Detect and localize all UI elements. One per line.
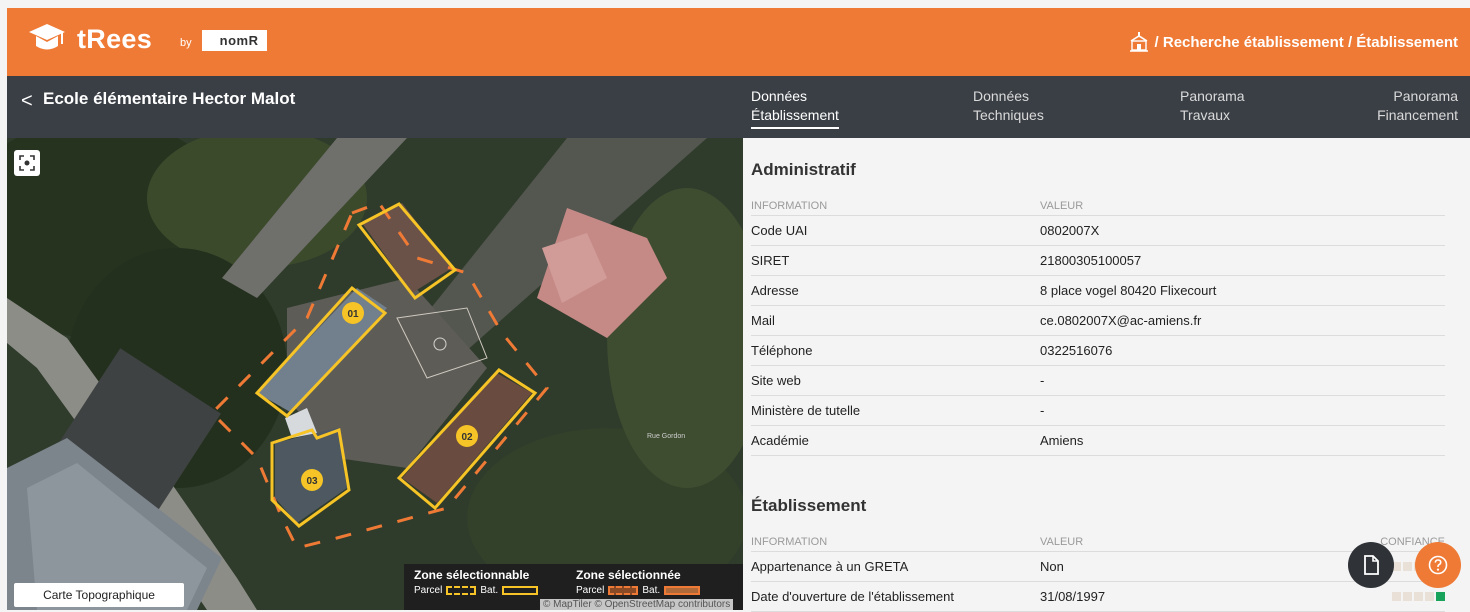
row-label: Appartenance à un GRETA: [751, 559, 909, 574]
table-row: Code UAI 0802007X: [751, 216, 1445, 246]
brand-name: tRees: [77, 23, 153, 54]
row-label: SIRET: [751, 253, 790, 268]
breadcrumb: / Recherche établissement / Établissemen…: [1129, 32, 1458, 52]
legend-parcel-label: Parcel: [414, 585, 443, 596]
svg-text:03: 03: [306, 476, 318, 487]
tab-label-line2: Techniques: [973, 107, 1044, 123]
section-title-administratif: Administratif: [751, 160, 856, 179]
legend-selectable: Zone sélectionnable Parcel Bat.: [414, 568, 539, 596]
school-home-icon[interactable]: [1129, 32, 1149, 52]
section-title-etablissement: Établissement: [751, 496, 867, 515]
administratif-table: INFORMATION VALEUR Code UAI 0802007X SIRE…: [751, 196, 1445, 456]
legend-selected-title: Zone sélectionnée: [576, 568, 681, 582]
document-icon: [1364, 555, 1379, 575]
legend-bat-label: Bat.: [642, 585, 661, 596]
table-row: Mail ce.0802007X@ac-amiens.fr: [751, 306, 1445, 336]
help-button[interactable]: [1415, 542, 1461, 588]
document-button[interactable]: [1348, 542, 1394, 588]
locate-button[interactable]: [14, 150, 40, 176]
row-value: Amiens: [1040, 433, 1084, 448]
row-value: 8 place vogel 80420 Flixecourt: [1040, 283, 1217, 298]
breadcrumb-path[interactable]: / Recherche établissement / Établissemen…: [1155, 34, 1458, 51]
row-label: Date d'ouverture de l'établissement: [751, 589, 954, 604]
table-row: Date d'ouverture de l'établissement 31/0…: [751, 582, 1445, 612]
header-information: INFORMATION: [751, 535, 828, 548]
tab-donnees-techniques[interactable]: Données Techniques: [973, 87, 1044, 125]
table-row: Académie Amiens: [751, 426, 1445, 456]
table-row: Site web -: [751, 366, 1445, 396]
table-row: Adresse 8 place vogel 80420 Flixecourt: [751, 276, 1445, 306]
svg-text:01: 01: [347, 309, 359, 320]
confidence-meter: [1360, 589, 1445, 604]
row-value: 0322516076: [1040, 343, 1113, 358]
row-value: -: [1040, 373, 1045, 388]
row-label: Adresse: [751, 283, 799, 298]
row-label: Code UAI: [751, 223, 808, 238]
tab-panorama-financement[interactable]: Panorama Financement: [1377, 87, 1458, 125]
map-attribution[interactable]: © MapTiler © OpenStreetMap contributors: [540, 599, 734, 610]
tab-label-line1: Panorama: [1393, 88, 1458, 104]
legend-parcel-label: Parcel: [576, 585, 605, 596]
top-bar: tRees by nomR / Recherche établissement …: [7, 8, 1470, 76]
table-row: Téléphone 0322516076: [751, 336, 1445, 366]
map-view[interactable]: Rue Gordon 01 02 03 Carte Topographique …: [7, 138, 743, 610]
building-marker-01[interactable]: 01: [342, 302, 364, 324]
row-value: 31/08/1997: [1040, 589, 1106, 604]
tab-label-line2: Financement: [1377, 107, 1458, 123]
row-label: Académie: [751, 433, 809, 448]
brand-by: by: [180, 37, 192, 49]
legend-bat-swatch: [502, 586, 539, 595]
info-panel: Administratif INFORMATION VALEUR Code UA…: [743, 138, 1470, 612]
building-marker-03[interactable]: 03: [301, 469, 323, 491]
tab-label-line2: Travaux: [1180, 107, 1231, 123]
table-row: Ministère de tutelle -: [751, 396, 1445, 426]
row-value: 21800305100057: [1040, 253, 1142, 268]
row-value: -: [1040, 403, 1045, 418]
row-label: Site web: [751, 373, 801, 388]
table-row: Appartenance à un GRETA Non: [751, 552, 1445, 582]
partner-logo: nomR: [201, 30, 267, 51]
legend-selected: Zone sélectionnée Parcel Bat.: [576, 568, 701, 596]
tab-label-line1: Panorama: [1180, 88, 1245, 104]
legend-bat-swatch: [664, 586, 701, 595]
row-value: Non: [1040, 559, 1064, 574]
help-icon: [1428, 555, 1448, 575]
row-value: ce.0802007X@ac-amiens.fr: [1040, 313, 1202, 328]
title-bar: < Ecole élémentaire Hector Malot Données…: [7, 76, 1470, 138]
focus-icon: [19, 155, 35, 171]
table-header: INFORMATION VALEUR: [751, 196, 1445, 216]
tab-label-line2: Établissement: [751, 106, 839, 129]
etablissement-table: INFORMATION VALEUR CONFIANCE Appartenanc…: [751, 532, 1445, 612]
row-label: Mail: [751, 313, 775, 328]
building-markers: 01 02 03: [301, 302, 478, 491]
tab-panorama-travaux[interactable]: Panorama Travaux: [1180, 87, 1245, 125]
table-row: SIRET 21800305100057: [751, 246, 1445, 276]
topo-map-button[interactable]: Carte Topographique: [14, 583, 184, 607]
back-icon[interactable]: <: [21, 90, 33, 113]
legend-bat-label: Bat.: [480, 585, 499, 596]
header-valeur: VALEUR: [1040, 199, 1084, 212]
building-marker-02[interactable]: 02: [456, 425, 478, 447]
row-label: Ministère de tutelle: [751, 403, 861, 418]
row-value: 0802007X: [1040, 223, 1100, 238]
tab-label-line1: Données: [973, 88, 1030, 104]
header-information: INFORMATION: [751, 199, 828, 212]
svg-text:02: 02: [461, 432, 473, 443]
page-title: Ecole élémentaire Hector Malot: [43, 89, 296, 108]
tab-label-line1: Données: [751, 88, 808, 104]
legend-parcel-swatch: [446, 586, 477, 595]
legend-parcel-swatch: [608, 586, 639, 595]
legend-selectable-title: Zone sélectionnable: [414, 568, 530, 582]
row-label: Téléphone: [751, 343, 813, 358]
graduation-cap-icon: [29, 24, 65, 50]
tab-donnees-etablissement[interactable]: Données Établissement: [751, 87, 839, 129]
table-header: INFORMATION VALEUR CONFIANCE: [751, 532, 1445, 552]
brand-logo[interactable]: tRees by nomR: [27, 22, 267, 56]
header-valeur: VALEUR: [1040, 535, 1084, 548]
